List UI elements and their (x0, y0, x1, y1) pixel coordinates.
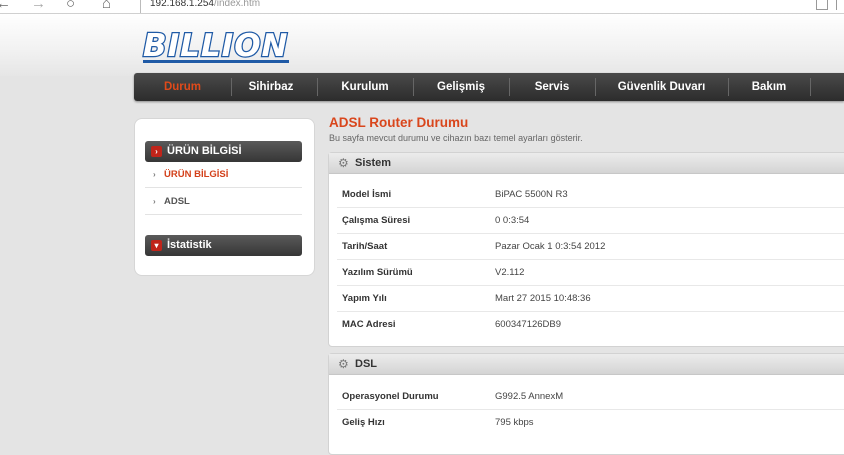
table-row: Tarih/Saat Pazar Ocak 1 0:3:54 2012 (329, 234, 844, 260)
page-description: Bu sayfa mevcut durumu ve cihazın bazı t… (329, 133, 583, 143)
row-value: Pazar Ocak 1 0:3:54 2012 (495, 241, 606, 252)
nav-servis[interactable]: Servis (509, 73, 595, 101)
sidebar: › ÜRÜN BİLGİSİ › ÜRÜN BİLGİSİ › ADSL ▾ İ… (134, 118, 315, 276)
sidebar-section-istatistik[interactable]: ▾ İstatistik (145, 235, 302, 256)
dsl-panel-title: DSL (355, 358, 377, 370)
row-key: Yapım Yılı (342, 293, 387, 304)
nav-kurulum[interactable]: Kurulum (317, 73, 413, 101)
forward-arrow-icon[interactable]: → (31, 0, 46, 12)
row-key: Yazılım Sürümü (342, 267, 413, 278)
row-key: Geliş Hızı (342, 417, 385, 428)
sidebar-section-urun-bilgisi[interactable]: › ÜRÜN BİLGİSİ (145, 141, 302, 162)
logo-underline (143, 60, 289, 63)
system-panel-title: Sistem (355, 157, 392, 169)
row-key: Model İsmi (342, 189, 392, 200)
row-value: 600347126DB9 (495, 319, 562, 330)
row-value: 795 kbps (495, 417, 534, 428)
page-header (0, 14, 844, 76)
address-separator (140, 0, 141, 13)
nav-durum[interactable]: Durum (134, 73, 231, 101)
menu-icon[interactable] (836, 0, 843, 10)
chevron-down-icon: ▾ (151, 240, 162, 251)
sidebar-link-urun-bilgisi[interactable]: › ÜRÜN BİLGİSİ (145, 163, 302, 188)
billion-logo: BILLION (142, 27, 289, 66)
table-row: MAC Adresi 600347126DB9 (329, 312, 844, 338)
url-path: /index.htm (213, 0, 261, 9)
reload-icon[interactable]: ○ (66, 0, 75, 12)
dsl-panel-header: ⚙ DSL (329, 354, 844, 375)
browser-toolbar: ← → ○ ⌂ 192.168.1.254/index.htm (0, 0, 844, 14)
sidebar-link-label: ADSL (164, 196, 190, 207)
gear-icon: ⚙ (338, 156, 349, 170)
bullet-arrow-icon: › (153, 197, 156, 206)
nav-bakim[interactable]: Bakım (728, 73, 810, 101)
sidebar-link-adsl[interactable]: › ADSL (145, 190, 302, 215)
chevron-right-icon: › (151, 146, 162, 157)
back-arrow-icon[interactable]: ← (0, 0, 11, 12)
nav-guvenlik-duvari[interactable]: Güvenlik Duvarı (595, 73, 728, 101)
row-value: Mart 27 2015 10:48:36 (495, 293, 591, 304)
address-bar[interactable]: 192.168.1.254/index.htm (150, 0, 260, 9)
nav-gelismis[interactable]: Gelişmiş (413, 73, 509, 101)
row-key: Çalışma Süresi (342, 215, 411, 226)
system-panel-header: ⚙ Sistem (329, 153, 844, 174)
row-value: G992.5 AnnexM (495, 391, 564, 402)
nav-sihirbaz[interactable]: Sihirbaz (231, 73, 311, 101)
row-value: V2.112 (495, 267, 525, 278)
main-navigation: Durum Sihirbaz Kurulum Gelişmiş Servis G… (134, 73, 844, 101)
dsl-panel: ⚙ DSL Operasyonel Durumu G992.5 AnnexM G… (328, 353, 844, 455)
row-key: Operasyonel Durumu (342, 391, 439, 402)
gear-icon: ⚙ (338, 357, 349, 371)
row-key: MAC Adresi (342, 319, 396, 330)
row-value: 0 0:3:54 (495, 215, 530, 226)
url-host: 192.168.1.254 (150, 0, 214, 9)
bullet-arrow-icon: › (153, 170, 156, 179)
sidebar-link-label: ÜRÜN BİLGİSİ (164, 169, 229, 180)
sidebar-section-label: ÜRÜN BİLGİSİ (167, 145, 242, 157)
row-key: Tarih/Saat (342, 241, 388, 252)
table-row: Yapım Yılı Mart 27 2015 10:48:36 (329, 286, 844, 312)
table-row: Model İsmi BiPAC 5500N R3 (329, 182, 844, 208)
table-row: Operasyonel Durumu G992.5 AnnexM (329, 384, 844, 410)
sidebar-section-label: İstatistik (167, 239, 212, 251)
home-icon[interactable]: ⌂ (102, 0, 111, 12)
table-row: Yazılım Sürümü V2.112 (329, 260, 844, 286)
system-panel: ⚙ Sistem Model İsmi BiPAC 5500N R3 Çalış… (328, 152, 844, 347)
row-value: BiPAC 5500N R3 (495, 189, 568, 200)
page-title: ADSL Router Durumu (329, 115, 469, 130)
extension-icon[interactable] (816, 0, 828, 10)
table-row: Çalışma Süresi 0 0:3:54 (329, 208, 844, 234)
nav-divider (810, 78, 811, 96)
table-row: Geliş Hızı 795 kbps (329, 410, 844, 436)
